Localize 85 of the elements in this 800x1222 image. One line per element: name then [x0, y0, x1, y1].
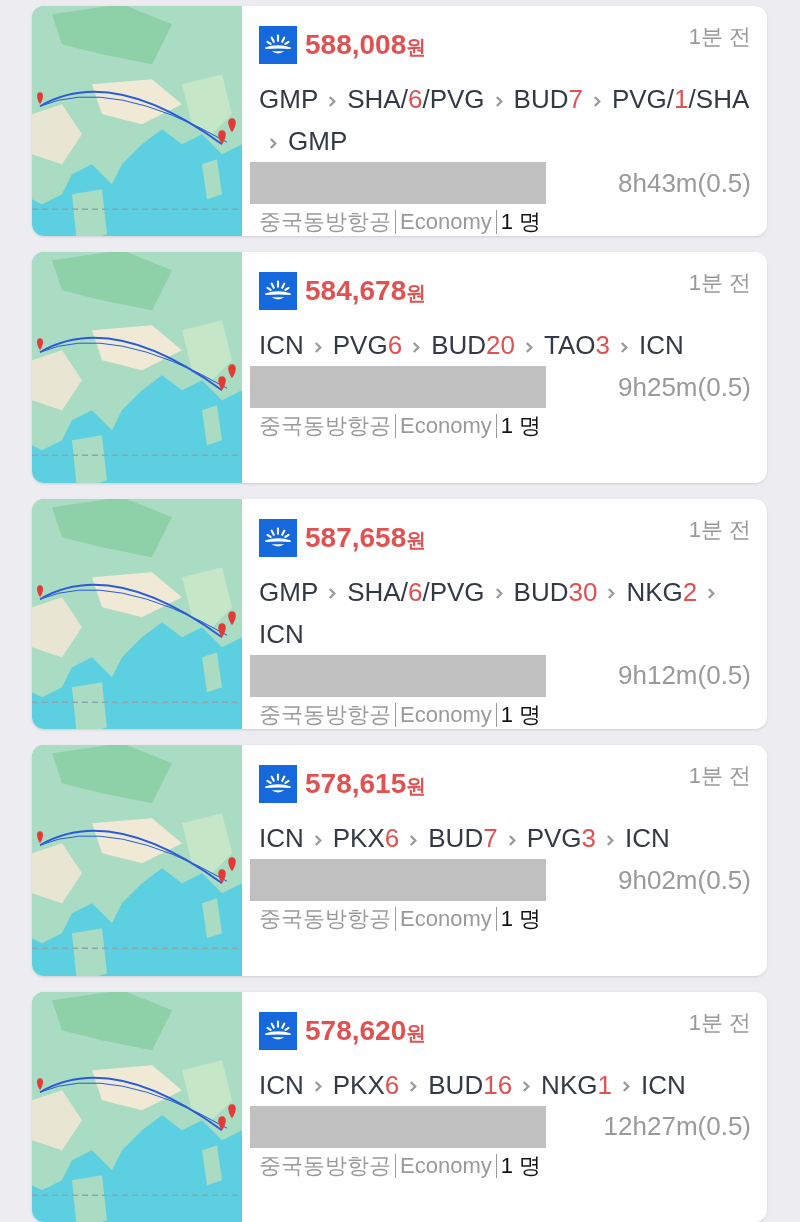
airline-logo-icon [259, 26, 297, 64]
airport-code: PKX6 [332, 1069, 400, 1100]
airport-code: NKG1 [541, 1069, 612, 1100]
airport-code: GMP [259, 84, 319, 114]
chevron-icon [409, 1080, 419, 1094]
chevron-icon [494, 587, 504, 601]
airport-code: ICN [259, 1069, 304, 1100]
airport-code: BUD30 [513, 576, 598, 607]
airport-code: GMP [288, 126, 348, 156]
cabin-class: Economy [400, 703, 492, 726]
airline-logo-icon [259, 1011, 297, 1050]
airport-code: SHA/6/PVG [347, 576, 485, 607]
price: 578,620원 [305, 1016, 427, 1045]
result-card[interactable]: 584,678원 1분 전 ICN PVG6 BUD20 TAO3 ICN 9h25m(0.5) 중국동방항공 Economy 1 명 [32, 252, 767, 483]
airport-code: GMP [259, 576, 319, 607]
airport-code: ICN [625, 823, 670, 854]
passenger-count: 1 명 [500, 211, 542, 233]
chevron-icon [269, 136, 278, 150]
chevron-icon [606, 833, 616, 847]
airline-name: 중국동방항공 [259, 908, 391, 931]
airport-code: TAO3 [544, 330, 610, 361]
passenger-count: 1 명 [500, 908, 542, 931]
duration: 8h43m(0.5) [618, 166, 751, 200]
duration: 12h27m(0.5) [603, 1110, 751, 1144]
chevron-icon [620, 341, 629, 355]
airport-code: BUD16 [428, 1069, 513, 1100]
airport-code: BUD7 [428, 823, 498, 854]
airport-code: BUD7 [513, 84, 583, 114]
passenger-count: 1 명 [500, 703, 542, 726]
chevron-icon [313, 833, 323, 847]
airline-name: 중국동방항공 [259, 211, 391, 233]
airport-code: ICN [259, 823, 304, 854]
airport-code: ICN [259, 618, 304, 649]
airport-code: SHA/6/PVG [347, 84, 485, 114]
chevron-icon [607, 587, 617, 601]
airport-code: PKX6 [332, 823, 400, 854]
result-card[interactable]: 578,615원 1분 전 ICN PKX6 BUD7 PVG3 ICN 9h02m(0.5) 중국동방항공 Economy 1 명 [32, 745, 767, 976]
duration: 9h25m(0.5) [618, 370, 751, 404]
cabin-class: Economy [400, 1154, 492, 1177]
chevron-icon [328, 587, 338, 601]
chevron-icon [328, 94, 338, 108]
result-card[interactable]: 587,658원 1분 전 GMP SHA/6/PVG BUD30 NKG2 ICN 9h12m(0.5) 중국동방항공 Economy 1 명 [32, 498, 767, 730]
price: 584,678원 [305, 277, 427, 306]
time-ago: 1분 전 [688, 272, 751, 295]
price: 588,008원 [305, 31, 427, 59]
result-card[interactable]: 578,620원 1분 전 ICN PKX6 BUD16 NKG1 ICN 12h27m(0.5) 중국동방항공 Economy 1 명 [32, 991, 767, 1222]
duration: 9h12m(0.5) [618, 659, 751, 693]
chevron-icon [313, 1080, 323, 1094]
chevron-icon [494, 94, 504, 108]
chevron-icon [412, 341, 422, 355]
chevron-icon [507, 833, 517, 847]
duration: 9h02m(0.5) [618, 863, 751, 897]
chevron-icon [522, 1080, 532, 1094]
passenger-count: 1 명 [500, 415, 542, 438]
airport-code: ICN [259, 330, 304, 361]
cabin-class: Economy [400, 415, 492, 438]
cabin-class: Economy [400, 908, 492, 931]
chevron-icon [592, 94, 602, 108]
airline-logo-icon [259, 272, 297, 311]
time-ago: 1분 전 [688, 26, 751, 48]
chevron-icon [525, 341, 534, 355]
airline-logo-icon [259, 765, 297, 804]
chevron-icon [409, 833, 419, 847]
passenger-count: 1 명 [500, 1154, 542, 1177]
airport-code: PVG3 [526, 823, 597, 854]
chevron-icon [313, 341, 323, 355]
result-card[interactable]: 588,008원 1분 전 GMP SHA/6/PVG BUD7 PVG/1/SHA GMP 8h43m(0.5) 중국동방항공 Economy 1 명 [32, 6, 767, 237]
airport-code: PVG/1/SHA [611, 84, 750, 114]
airport-code: ICN [640, 1069, 686, 1100]
airport-code: NKG2 [626, 576, 698, 607]
airline-logo-icon [259, 518, 297, 557]
airport-code: BUD20 [431, 330, 515, 361]
airline-name: 중국동방항공 [259, 415, 391, 438]
price: 578,615원 [305, 770, 427, 799]
time-ago: 1분 전 [688, 765, 751, 788]
airport-code: PVG6 [332, 330, 403, 361]
time-ago: 1분 전 [688, 518, 751, 541]
chevron-icon [707, 587, 717, 601]
cabin-class: Economy [400, 211, 492, 233]
airline-name: 중국동방항공 [259, 703, 391, 726]
time-ago: 1분 전 [688, 1011, 751, 1034]
price: 587,658원 [305, 523, 427, 552]
chevron-icon [621, 1080, 631, 1094]
airport-code: ICN [639, 330, 684, 361]
airline-name: 중국동방항공 [259, 1154, 391, 1177]
